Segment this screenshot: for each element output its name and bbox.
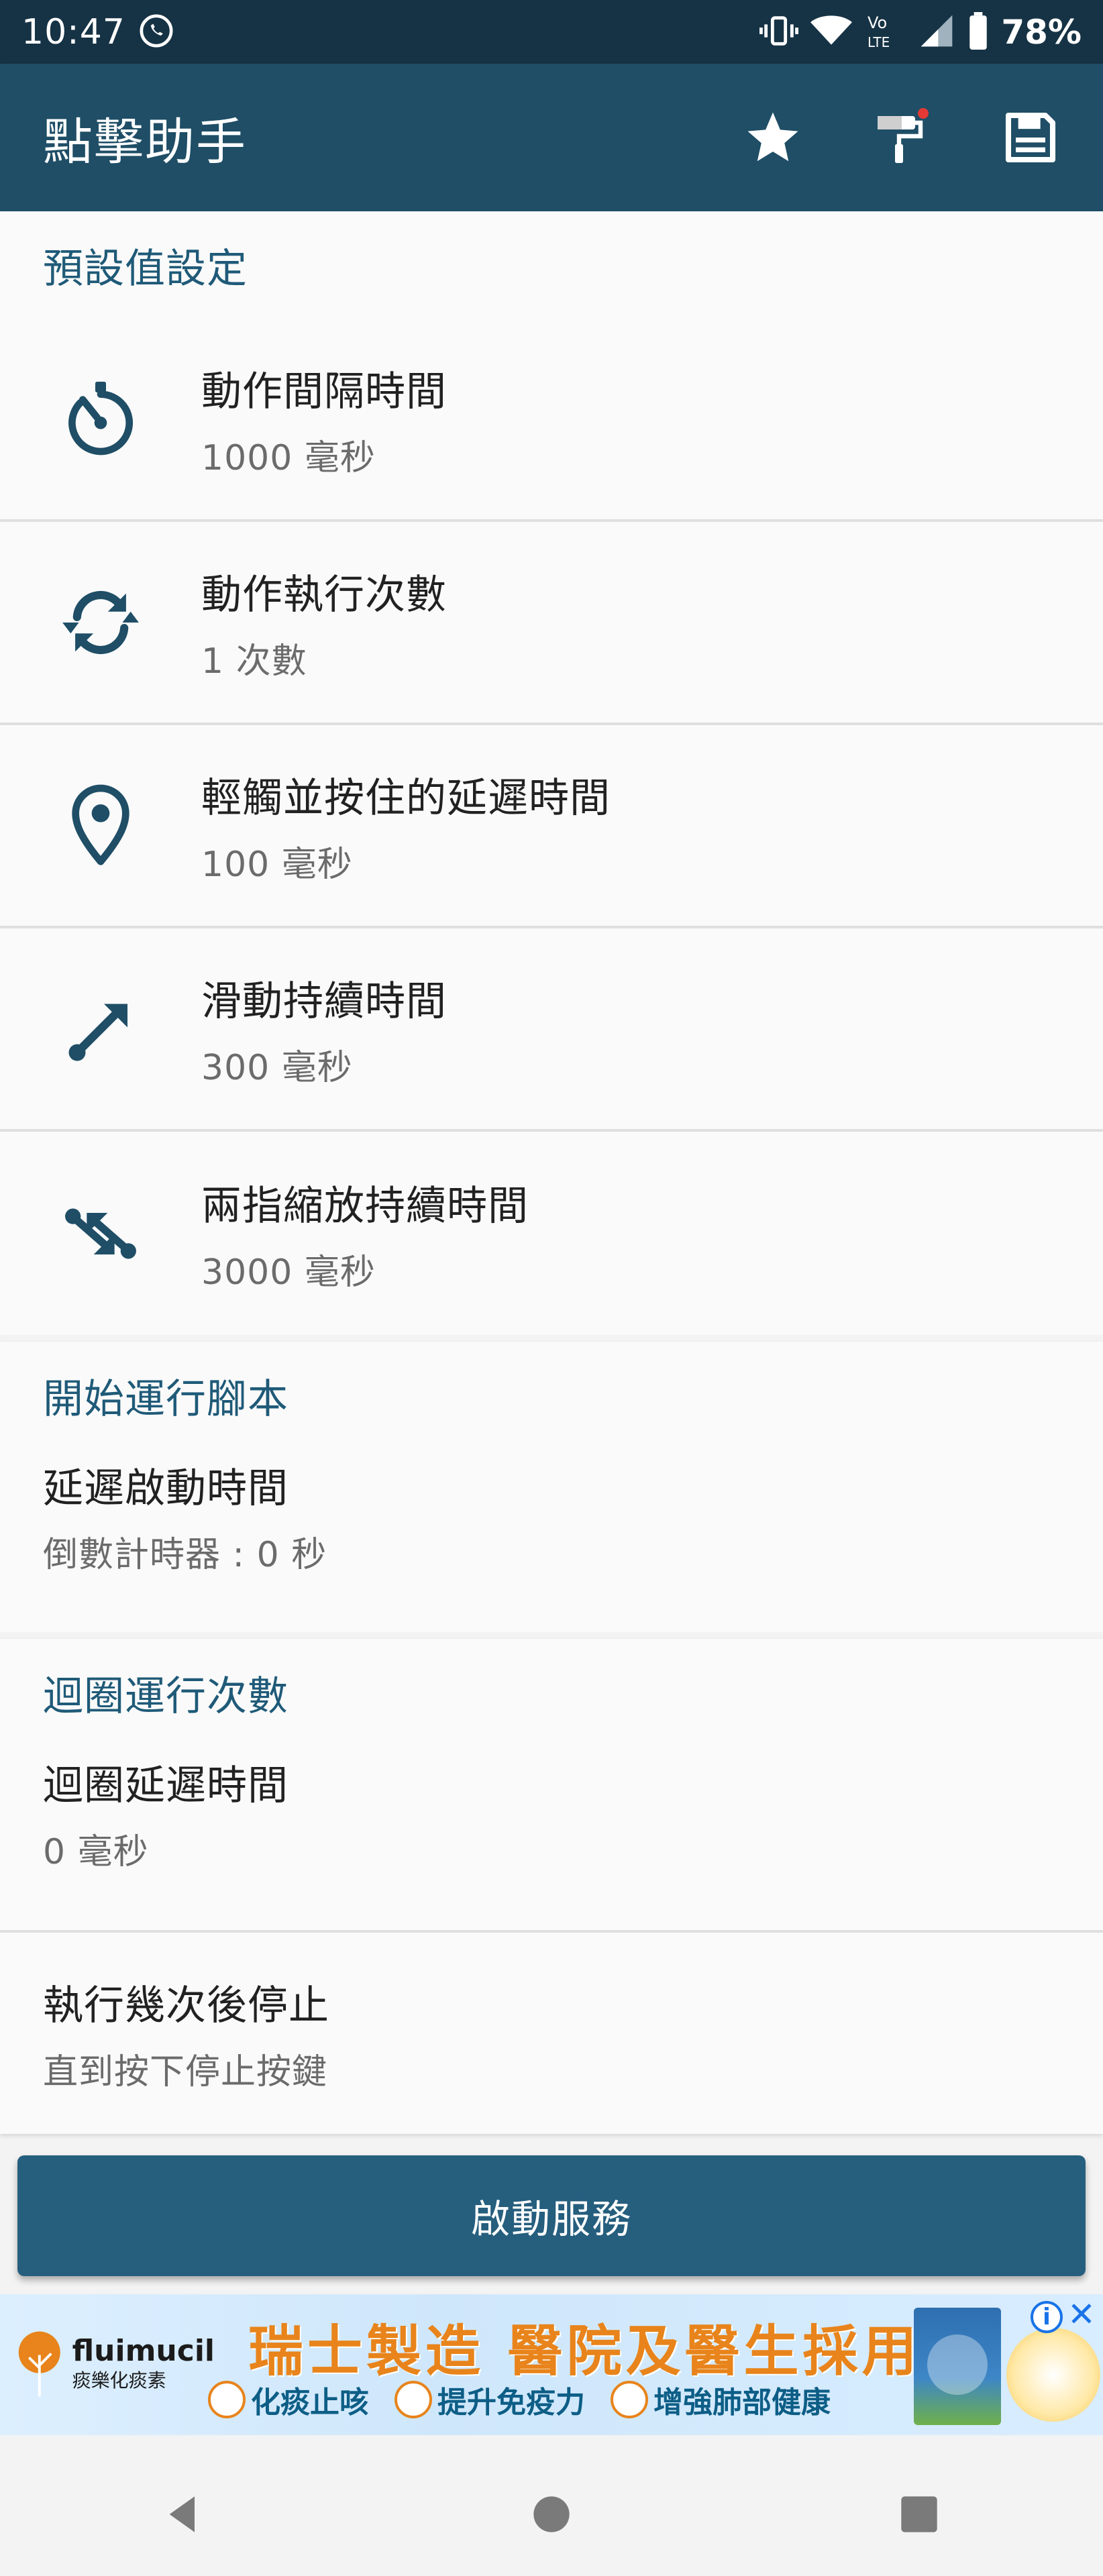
ad-close-icon[interactable]: ✕ xyxy=(1065,2295,1098,2334)
back-icon xyxy=(169,2496,195,2532)
lungs-icon xyxy=(611,2381,648,2418)
long-press-delay-value: 100 毫秒 xyxy=(201,844,353,885)
back-button[interactable] xyxy=(144,2474,224,2555)
defaults-card: 預設值設定 動作間隔時間 1000 毫秒 動作執行次數 1 次數 輕觸並按住的延… xyxy=(0,211,1103,1335)
section-gap xyxy=(0,1632,1103,1639)
ad-headline: 瑞士製造 醫院及醫生採用 xyxy=(248,2320,921,2383)
home-button[interactable] xyxy=(511,2474,592,2555)
save-icon xyxy=(1005,112,1056,163)
volte-icon: Vo LTE xyxy=(864,11,906,54)
system-nav-bar xyxy=(0,2453,1103,2576)
recents-icon xyxy=(901,2496,937,2532)
action-interval-title: 動作間隔時間 xyxy=(201,368,447,415)
status-time: 10:47 xyxy=(21,11,125,52)
loop-delay-row[interactable]: 迴圈延遲時間 0 毫秒 xyxy=(0,1746,1103,1933)
start-script-card: 開始運行腳本 延遲啟動時間 倒數計時器 : 0 秒 xyxy=(0,1342,1103,1632)
pinch-duration-value: 3000 毫秒 xyxy=(201,1252,376,1293)
whatsapp-icon xyxy=(138,12,175,52)
pinch-duration-row[interactable]: 兩指縮放持續時間 3000 毫秒 xyxy=(0,1132,1103,1335)
shield-icon xyxy=(395,2381,432,2418)
swipe-duration-value: 300 毫秒 xyxy=(201,1047,353,1088)
stop-after-title: 執行幾次後停止 xyxy=(43,1982,329,2029)
ad-feature: 增強肺部健康 xyxy=(611,2378,831,2421)
app-toolbar: 點擊助手 xyxy=(0,64,1103,211)
ad-feature-label: 提升免疫力 xyxy=(437,2385,585,2420)
save-button[interactable] xyxy=(998,105,1063,170)
ad-feature: 提升免疫力 xyxy=(395,2378,585,2421)
battery-percentage: 78% xyxy=(1001,12,1082,52)
ad-brand-name: fluimucil xyxy=(72,2334,215,2368)
vibrate-icon xyxy=(759,14,799,50)
wifi-icon xyxy=(810,14,853,50)
settings-list: 預設值設定 動作間隔時間 1000 毫秒 動作執行次數 1 次數 輕觸並按住的延… xyxy=(0,211,1103,2134)
ad-product-image xyxy=(914,2308,1001,2425)
ad-features: 化痰止咳 提升免疫力 增強肺部健康 xyxy=(208,2378,831,2421)
defaults-section-header: 預設值設定 xyxy=(43,245,248,292)
star-icon xyxy=(747,112,798,162)
pinch-duration-title: 兩指縮放持續時間 xyxy=(201,1182,529,1230)
svg-text:LTE: LTE xyxy=(868,34,890,50)
location-pin-icon xyxy=(72,784,129,865)
long-press-delay-row[interactable]: 輕觸並按住的延遲時間 100 毫秒 xyxy=(0,725,1103,928)
start-script-section-header: 開始運行腳本 xyxy=(43,1375,288,1423)
action-interval-row[interactable]: 動作間隔時間 1000 毫秒 xyxy=(0,319,1103,522)
action-repeat-row[interactable]: 動作執行次數 1 次數 xyxy=(0,522,1103,725)
ad-brand: fluimucil 痰樂化痰素 xyxy=(13,2321,215,2408)
action-interval-value: 1000 毫秒 xyxy=(201,437,376,478)
pinch-arrows-icon xyxy=(65,1208,136,1258)
stop-after-row[interactable]: 執行幾次後停止 直到按下停止按鍵 xyxy=(0,1933,1103,2134)
timer-icon xyxy=(68,381,134,455)
swipe-arrow-icon xyxy=(68,1004,127,1061)
screen: 10:47 Vo LTE 78% 點擊助手 預設值設定 動作間隔時間 1000 … xyxy=(0,0,1103,2576)
recents-button[interactable] xyxy=(879,2474,959,2555)
ad-banner[interactable]: fluimucil 痰樂化痰素 瑞士製造 醫院及醫生採用 化痰止咳 提升免疫力 … xyxy=(0,2294,1103,2435)
start-delay-value: 倒數計時器 : 0 秒 xyxy=(43,1535,327,1575)
action-repeat-value: 1 次數 xyxy=(201,641,307,682)
home-icon xyxy=(533,2496,570,2532)
ad-seal-image xyxy=(1006,2328,1100,2422)
stop-after-value: 直到按下停止按鍵 xyxy=(43,2052,328,2092)
section-gap xyxy=(0,1335,1103,1342)
ad-info-icon[interactable]: i xyxy=(1031,2301,1063,2333)
app-title: 點擊助手 xyxy=(43,113,247,171)
signal-icon xyxy=(918,14,955,50)
action-repeat-title: 動作執行次數 xyxy=(201,571,447,619)
status-bar: 10:47 Vo LTE 78% xyxy=(0,0,1103,64)
loop-card: 迴圈運行次數 迴圈延遲時間 0 毫秒 執行幾次後停止 直到按下停止按鍵 xyxy=(0,1639,1103,2134)
ad-brand-sub: 痰樂化痰素 xyxy=(72,2369,166,2392)
lungs-icon xyxy=(208,2381,246,2418)
favorite-button[interactable] xyxy=(741,105,805,170)
start-delay-row[interactable]: 延遲啟動時間 倒數計時器 : 0 秒 xyxy=(0,1449,1103,1632)
ad-feature: 化痰止咳 xyxy=(208,2378,369,2421)
paint-roller-icon xyxy=(878,108,929,163)
sync-icon xyxy=(62,590,139,654)
long-press-delay-title: 輕觸並按住的延遲時間 xyxy=(201,774,611,822)
ad-feature-label: 化痰止咳 xyxy=(251,2385,369,2420)
theme-button[interactable] xyxy=(870,105,934,170)
svg-text:Vo: Vo xyxy=(868,13,887,32)
swipe-duration-title: 滑動持續時間 xyxy=(201,977,447,1025)
ad-feature-label: 增強肺部健康 xyxy=(653,2385,831,2420)
battery-icon xyxy=(967,11,989,52)
loop-section-header: 迴圈運行次數 xyxy=(43,1672,288,1720)
swipe-duration-row[interactable]: 滑動持續時間 300 毫秒 xyxy=(0,928,1103,1132)
loop-delay-value: 0 毫秒 xyxy=(43,1832,149,1872)
start-delay-title: 延遲啟動時間 xyxy=(43,1465,288,1512)
loop-delay-title: 迴圈延遲時間 xyxy=(43,1762,288,1809)
tree-logo-icon xyxy=(18,2331,60,2397)
start-service-button[interactable]: 啟動服務 xyxy=(17,2155,1086,2276)
